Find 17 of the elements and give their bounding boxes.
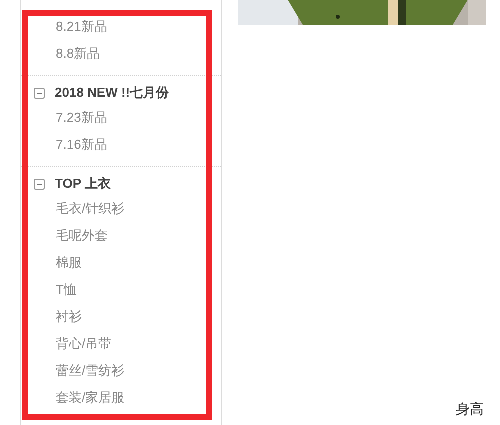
category-link[interactable]: 毛呢外套 <box>56 222 108 249</box>
category-link[interactable]: 7.16新品 <box>56 131 108 158</box>
category-heading[interactable]: 2018 NEW !!七月份 <box>55 83 170 103</box>
category-link[interactable]: 衬衫 <box>56 303 82 330</box>
category-link[interactable]: 8.21新品 <box>56 13 108 40</box>
category-heading[interactable]: TOP 上衣 <box>55 174 111 194</box>
category-link[interactable]: 8.8新品 <box>56 40 100 67</box>
category-link[interactable]: 蕾丝/雪纺衫 <box>56 357 125 384</box>
category-link[interactable]: 棉服 <box>56 249 82 276</box>
category-link[interactable]: 毛衣/针织衫 <box>56 195 125 222</box>
collapse-icon[interactable] <box>34 178 45 190</box>
category-link[interactable]: 背心/吊带 <box>56 330 112 357</box>
collapse-icon[interactable] <box>34 88 45 98</box>
height-label: 身高 <box>456 400 484 419</box>
category-link[interactable]: T恤 <box>56 276 77 303</box>
category-link[interactable]: 套装/家居服 <box>56 384 125 411</box>
category-link[interactable]: 7.23新品 <box>56 104 108 131</box>
